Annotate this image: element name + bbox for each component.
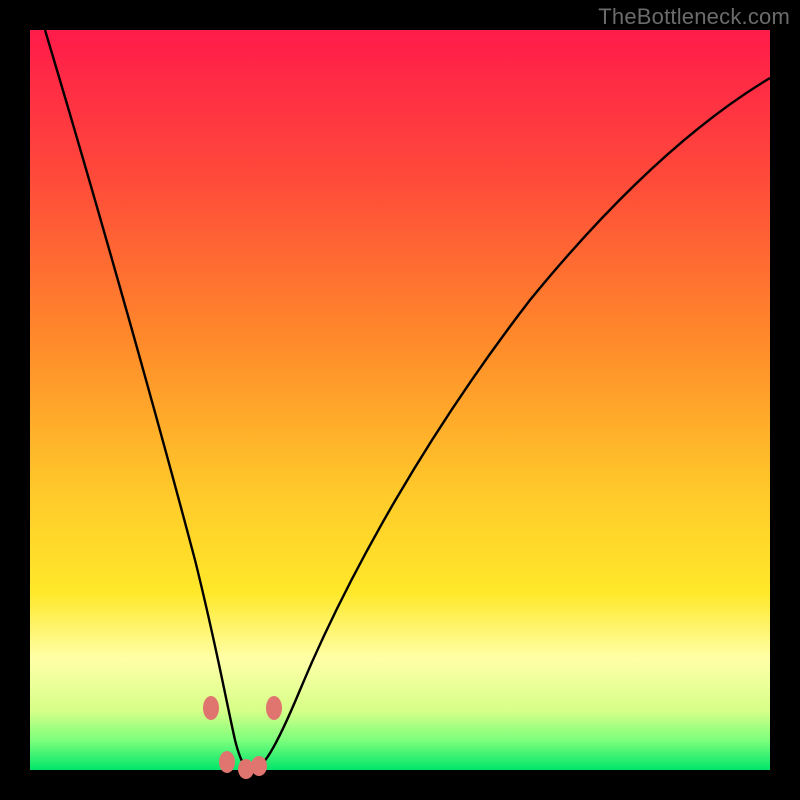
marker-point [266,696,282,720]
curve-markers [203,696,282,779]
curve-path [45,30,770,770]
marker-point [251,756,267,776]
marker-point [203,696,219,720]
plot-frame [30,30,770,770]
bottleneck-curve [30,30,770,770]
marker-point [219,751,235,773]
watermark-text: TheBottleneck.com [598,4,790,30]
